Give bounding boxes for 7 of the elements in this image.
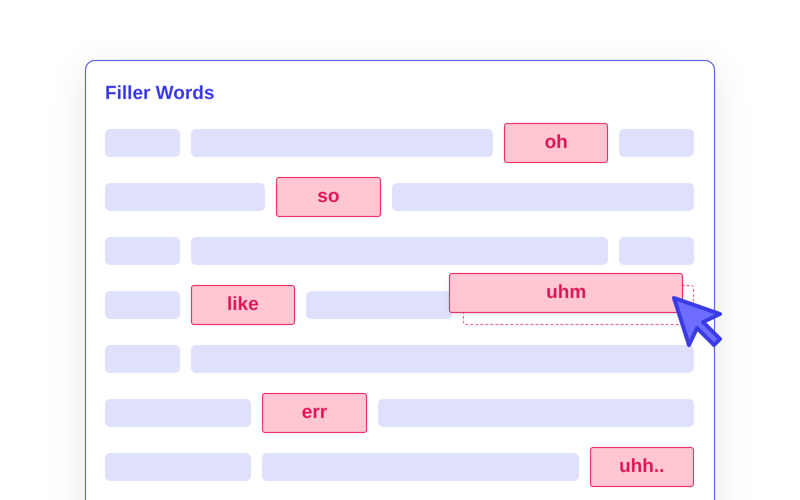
word-chip[interactable]: oh <box>504 123 608 163</box>
word-chip[interactable]: like <box>190 285 296 325</box>
word-chip[interactable]: err <box>262 393 367 433</box>
word-chip[interactable]: so <box>276 177 381 217</box>
word-chip[interactable]: uhh.. <box>590 447 694 487</box>
card-title: Filler Words <box>105 83 214 105</box>
word-chip[interactable]: uhm <box>449 273 684 313</box>
